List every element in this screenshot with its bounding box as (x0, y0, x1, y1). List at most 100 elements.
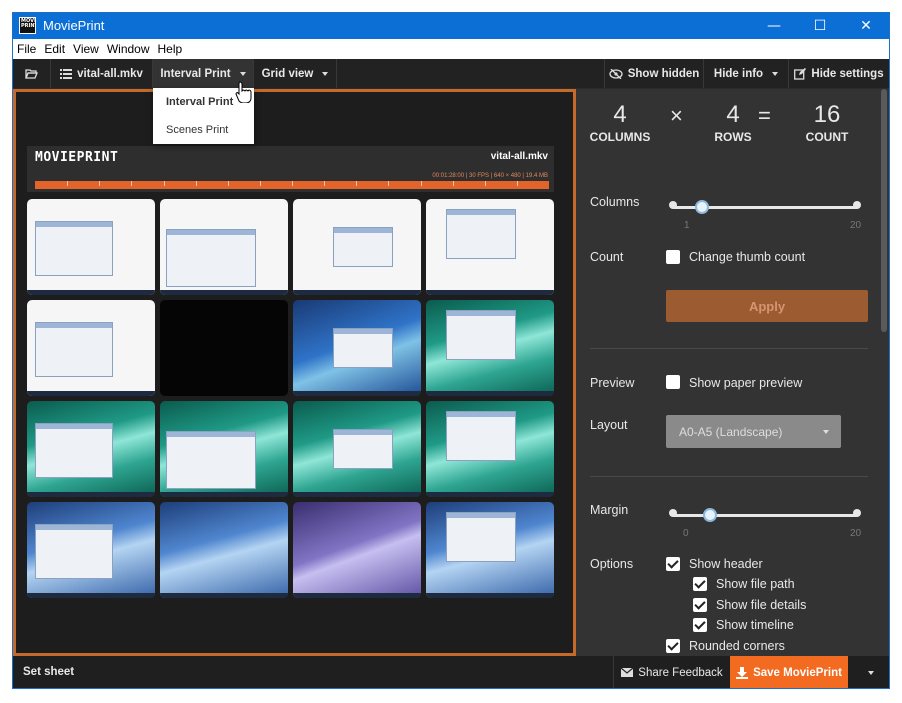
thumb-grid (27, 199, 554, 598)
layout-select[interactable]: A0-A5 (Landscape) (666, 415, 841, 448)
open-file-button[interactable] (13, 59, 51, 88)
thumbnail[interactable] (27, 300, 155, 396)
thumbnail[interactable] (426, 502, 554, 598)
hide-settings-button[interactable]: Hide settings (789, 59, 889, 88)
menu-bar: File Edit View Window Help (13, 39, 889, 59)
thumbnail[interactable] (27, 502, 155, 598)
thumbnail[interactable] (27, 199, 155, 295)
thumbnail[interactable] (293, 401, 421, 497)
menu-file[interactable]: File (13, 42, 40, 56)
screenshot-taskbar (426, 290, 554, 295)
screenshot-window (35, 322, 113, 377)
margin-slider-handle[interactable] (702, 508, 717, 522)
screenshot-window (446, 310, 516, 360)
close-button[interactable]: ✕ (843, 13, 889, 39)
thumbnail[interactable] (293, 199, 421, 295)
thumbnail[interactable] (293, 300, 421, 396)
hide-info-button[interactable]: Hide info (704, 59, 789, 88)
count-summary: 16 COUNT (786, 101, 868, 144)
app-logo-icon: MOVIE PRINT (19, 17, 36, 34)
thumbnail[interactable] (160, 199, 288, 295)
times-symbol: × (670, 103, 683, 128)
chevron-down-icon (239, 71, 246, 76)
screenshot-taskbar (293, 492, 421, 497)
chevron-down-icon (823, 430, 829, 434)
app-window: MOVIE PRINT MoviePrint — ☐ ✕ File Edit V… (12, 12, 890, 689)
timeline-tick (452, 181, 454, 186)
menu-view[interactable]: View (69, 42, 103, 56)
sheet-file-details: 00:01:28:00 | 30 FPS | 640 × 480 | 19.4 … (432, 173, 548, 179)
save-options-button[interactable] (848, 656, 889, 688)
thumbnail[interactable] (160, 502, 288, 598)
mode-option-scenes-print[interactable]: Scenes Print (153, 116, 254, 144)
thumbnail[interactable] (160, 300, 288, 396)
screenshot-window (333, 328, 393, 368)
screenshot-window (35, 423, 113, 478)
eye-slash-icon (609, 68, 623, 79)
menu-window[interactable]: Window (103, 42, 154, 56)
timeline-tick (259, 181, 261, 186)
margin-slider-label: Margin (590, 503, 629, 517)
save-movieprint-button[interactable]: Save MoviePrint (730, 656, 848, 688)
option-label: Show header (689, 557, 763, 571)
set-sheet-button[interactable]: Set sheet (23, 666, 74, 678)
timeline-tick (67, 181, 69, 186)
screenshot-taskbar (27, 290, 155, 295)
rows-summary: 4 ROWS (700, 101, 766, 144)
show-hidden-button[interactable]: Show hidden (604, 59, 704, 88)
view-dropdown-button[interactable]: Grid view (254, 59, 337, 88)
screenshot-window (333, 429, 393, 469)
columns-value: 4 (613, 101, 627, 128)
options-label: Options (590, 557, 634, 571)
option-checkbox[interactable] (693, 618, 707, 633)
thumbnail[interactable] (426, 300, 554, 396)
movieprint-sheet: MOVIEPRINT vital-all.mkv 00:01:28:00 | 3… (27, 146, 554, 598)
option-checkbox[interactable] (666, 638, 680, 653)
settings-scrollbar[interactable] (881, 89, 887, 332)
screenshot-window (166, 431, 256, 489)
menu-edit[interactable]: Edit (40, 42, 69, 56)
columns-slider-min: 1 (684, 220, 690, 231)
screenshot-window (35, 221, 113, 276)
slider-end (853, 201, 861, 209)
toolbar: vital-all.mkv Interval Print Grid view S… (13, 59, 889, 88)
menu-help[interactable]: Help (154, 42, 187, 56)
option-label: Show timeline (716, 618, 794, 633)
change-thumb-count-checkbox[interactable] (666, 250, 680, 264)
option-checkbox[interactable] (693, 577, 707, 592)
timeline-tick (324, 181, 326, 186)
file-name: vital-all.mkv (77, 67, 143, 80)
columns-slider[interactable] (669, 200, 861, 214)
show-hidden-label: Show hidden (627, 67, 700, 80)
share-feedback-button[interactable]: Share Feedback (613, 656, 730, 688)
timeline-tick (227, 181, 229, 186)
show-paper-preview-label: Show paper preview (689, 376, 803, 390)
rows-caption: ROWS (714, 130, 752, 144)
columns-caption: COLUMNS (589, 130, 651, 144)
timeline-tick (99, 181, 101, 186)
option-checkbox[interactable] (693, 597, 707, 612)
folder-open-icon (25, 69, 38, 79)
columns-slider-handle[interactable] (695, 200, 710, 214)
equals-symbol: = (758, 103, 771, 128)
edit-icon (794, 67, 807, 80)
timeline-tick (292, 181, 293, 186)
maximize-button[interactable]: ☐ (797, 13, 843, 39)
slider-end (853, 509, 861, 517)
file-list-button[interactable]: vital-all.mkv (51, 59, 153, 88)
list-icon (60, 68, 73, 79)
apply-button[interactable]: Apply (666, 290, 868, 322)
minimize-button[interactable]: — (751, 13, 797, 39)
thumbnail[interactable] (160, 401, 288, 497)
thumbnail[interactable] (426, 401, 554, 497)
thumbnail[interactable] (27, 401, 155, 497)
change-thumb-count-label: Change thumb count (689, 250, 806, 264)
thumbnail[interactable] (426, 199, 554, 295)
thumbnail[interactable] (293, 502, 421, 598)
sheet-header: MOVIEPRINT vital-all.mkv 00:01:28:00 | 3… (27, 146, 554, 192)
hide-settings-label: Hide settings (811, 67, 884, 80)
show-paper-preview-checkbox[interactable] (666, 375, 680, 389)
option-checkbox[interactable] (666, 557, 680, 571)
screenshot-taskbar (27, 492, 155, 497)
margin-slider[interactable] (669, 508, 861, 522)
